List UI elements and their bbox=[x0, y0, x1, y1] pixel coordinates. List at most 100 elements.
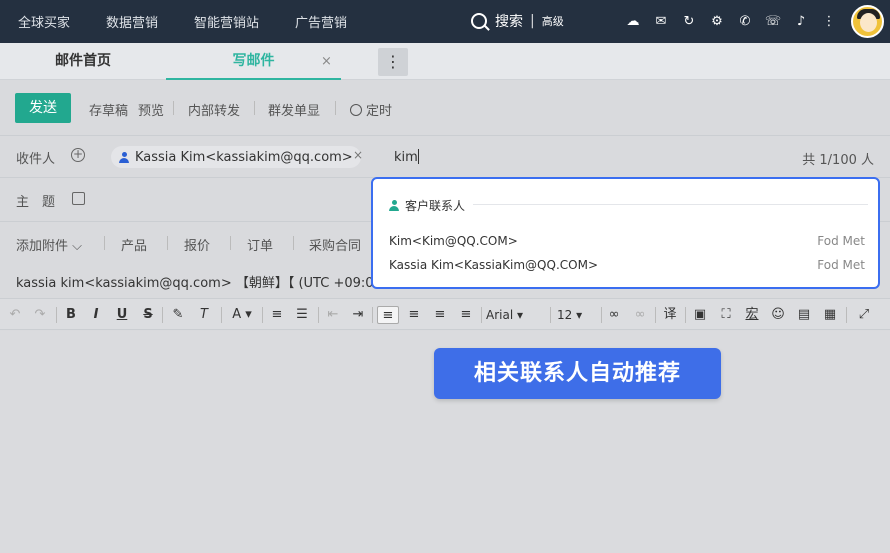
editor-divider bbox=[162, 307, 163, 323]
save-draft-button[interactable]: 存草稿 bbox=[89, 100, 128, 119]
template-icon[interactable]: ▤ bbox=[795, 306, 813, 324]
unlink-icon[interactable]: ∞ bbox=[631, 306, 649, 324]
align-left-icon[interactable]: ≡ bbox=[377, 306, 399, 324]
bell-icon[interactable]: ♪ bbox=[792, 12, 810, 30]
editor-divider bbox=[655, 307, 656, 323]
emoji-icon[interactable]: ☺ bbox=[769, 306, 787, 324]
undo-icon[interactable]: ↶ bbox=[7, 306, 23, 324]
suggestion-group-header: 客户联系人 bbox=[389, 197, 465, 214]
refresh-icon[interactable]: ↻ bbox=[680, 12, 698, 30]
schedule-button[interactable]: 定时 bbox=[350, 100, 392, 119]
fullscreen-icon[interactable]: ⤢ bbox=[855, 306, 873, 324]
format-painter-icon[interactable]: ✎ bbox=[169, 306, 187, 324]
compose-toolbar: 发送 存草稿 预览 内部转发 群发单显 定时 bbox=[0, 80, 890, 136]
internal-forward-button[interactable]: 内部转发 bbox=[188, 100, 240, 119]
add-attachment-button[interactable]: 添加附件 ⌵ bbox=[16, 235, 82, 254]
mass-single-display-button[interactable]: 群发单显 bbox=[268, 100, 320, 119]
chevron-down-icon: ⌵ bbox=[72, 239, 83, 254]
redo-icon[interactable]: ↷ bbox=[32, 306, 48, 324]
suggestion-item[interactable]: Kim<Kim@QQ.COM> Fod Met bbox=[389, 234, 865, 248]
nav-item-data-marketing[interactable]: 数据营销 bbox=[106, 12, 158, 31]
suggestion-source: Fod Met bbox=[817, 234, 865, 248]
italic-icon[interactable]: I bbox=[88, 306, 104, 324]
font-size-value: 12 bbox=[557, 308, 573, 322]
remove-recipient-icon[interactable]: × bbox=[353, 148, 363, 162]
suggestion-name: Kassia Kim<KassiaKim@QQ.COM> bbox=[389, 258, 598, 272]
table-icon[interactable]: ▦ bbox=[821, 306, 839, 324]
insert-product-button[interactable]: 产品 bbox=[121, 235, 147, 254]
unordered-list-icon[interactable]: ☰ bbox=[292, 306, 312, 324]
suggestion-source: Fod Met bbox=[817, 258, 865, 272]
suggestion-item[interactable]: Kassia Kim<KassiaKim@QQ.COM> Fod Met bbox=[389, 258, 865, 272]
tab-more-button[interactable]: ⋮ bbox=[378, 48, 408, 76]
clock-icon bbox=[350, 104, 362, 116]
outdent-icon[interactable]: ⇤ bbox=[324, 306, 342, 324]
align-justify-icon[interactable]: ≡ bbox=[457, 306, 475, 324]
macro-icon[interactable]: 宏 bbox=[743, 306, 761, 324]
image-icon[interactable]: ▣ bbox=[691, 306, 709, 324]
add-recipient-icon[interactable]: + bbox=[71, 148, 85, 162]
nav-item-ad-marketing[interactable]: 广告营销 bbox=[295, 12, 347, 31]
editor-divider bbox=[221, 307, 222, 323]
recipient-input[interactable]: kim bbox=[394, 149, 419, 165]
attach-divider bbox=[230, 236, 231, 250]
toolbar-divider bbox=[254, 101, 255, 115]
search-icon[interactable] bbox=[471, 13, 487, 29]
insert-contract-button[interactable]: 采购合同 bbox=[309, 235, 361, 254]
chat-icon[interactable]: ☏ bbox=[764, 12, 782, 30]
screenshot-icon[interactable]: ⛶ bbox=[717, 306, 735, 324]
translate-icon[interactable]: 译 bbox=[661, 306, 679, 324]
subject-template-icon[interactable] bbox=[72, 192, 85, 205]
preview-button[interactable]: 预览 bbox=[138, 100, 164, 119]
indent-icon[interactable]: ⇥ bbox=[349, 306, 367, 324]
editor-divider bbox=[601, 307, 602, 323]
align-right-icon[interactable]: ≡ bbox=[431, 306, 449, 324]
send-button[interactable]: 发送 bbox=[15, 93, 71, 123]
tools-icon[interactable]: ⚙ bbox=[708, 12, 726, 30]
recipient-label: 收件人 bbox=[16, 152, 56, 167]
cloud-icon[interactable]: ☁ bbox=[624, 12, 642, 30]
top-icon-group: ☁ ✉ ↻ ⚙ ✆ ☏ ♪ ⋮ bbox=[624, 12, 848, 30]
tab-bar: 邮件首页 写邮件 × ⋮ bbox=[0, 43, 890, 80]
contact-info-line: kassia kim<kassiakim@qq.com> 【朝鲜】【 (UTC … bbox=[16, 276, 382, 291]
tab-write-mail[interactable]: 写邮件 bbox=[166, 43, 341, 80]
global-search[interactable]: 搜索 | 高级 bbox=[471, 11, 564, 31]
strikethrough-icon[interactable]: S bbox=[140, 306, 156, 324]
text-caret bbox=[417, 149, 419, 164]
person-icon bbox=[119, 151, 129, 163]
more-vertical-icon[interactable]: ⋮ bbox=[820, 12, 838, 30]
underline-icon[interactable]: U bbox=[114, 306, 130, 324]
suggestion-group-label: 客户联系人 bbox=[405, 199, 466, 213]
font-size-select[interactable]: 12 ▾ bbox=[557, 306, 597, 324]
font-family-select[interactable]: Arial ▾ bbox=[486, 306, 546, 324]
editor-divider bbox=[550, 307, 551, 323]
contact-icon bbox=[389, 200, 399, 211]
nav-item-global-buyers[interactable]: 全球买家 bbox=[18, 12, 70, 31]
insert-order-button[interactable]: 订单 bbox=[247, 235, 273, 254]
attach-divider bbox=[293, 236, 294, 250]
advanced-search-link[interactable]: 高级 bbox=[542, 13, 564, 29]
ordered-list-icon[interactable]: ≡ bbox=[268, 306, 286, 324]
attach-divider bbox=[104, 236, 105, 250]
nav-item-smart-marketing[interactable]: 智能营销站 bbox=[194, 12, 259, 31]
search-label[interactable]: 搜索 bbox=[495, 11, 523, 31]
recipient-count: 共 1/100 人 bbox=[802, 153, 874, 168]
tab-mail-home[interactable]: 邮件首页 bbox=[0, 43, 166, 80]
editor-divider bbox=[318, 307, 319, 323]
link-icon[interactable]: ∞ bbox=[605, 306, 623, 324]
attach-divider bbox=[167, 236, 168, 250]
subject-label: 主 题 bbox=[16, 195, 56, 210]
recipient-chip[interactable]: Kassia Kim<kassiakim@qq.com> bbox=[111, 146, 361, 168]
editor-divider bbox=[262, 307, 263, 323]
phone-icon[interactable]: ✆ bbox=[736, 12, 754, 30]
bold-icon[interactable]: B bbox=[63, 306, 79, 324]
font-color-icon[interactable]: A ▾ bbox=[227, 306, 257, 324]
clear-format-icon[interactable]: T bbox=[195, 306, 213, 324]
insert-quote-button[interactable]: 报价 bbox=[184, 235, 210, 254]
tab-close-icon[interactable]: × bbox=[321, 55, 332, 68]
editor-divider bbox=[685, 307, 686, 323]
suggestion-divider bbox=[473, 204, 868, 205]
mail-send-icon[interactable]: ✉ bbox=[652, 12, 670, 30]
avatar[interactable] bbox=[851, 5, 884, 38]
align-center-icon[interactable]: ≡ bbox=[405, 306, 423, 324]
